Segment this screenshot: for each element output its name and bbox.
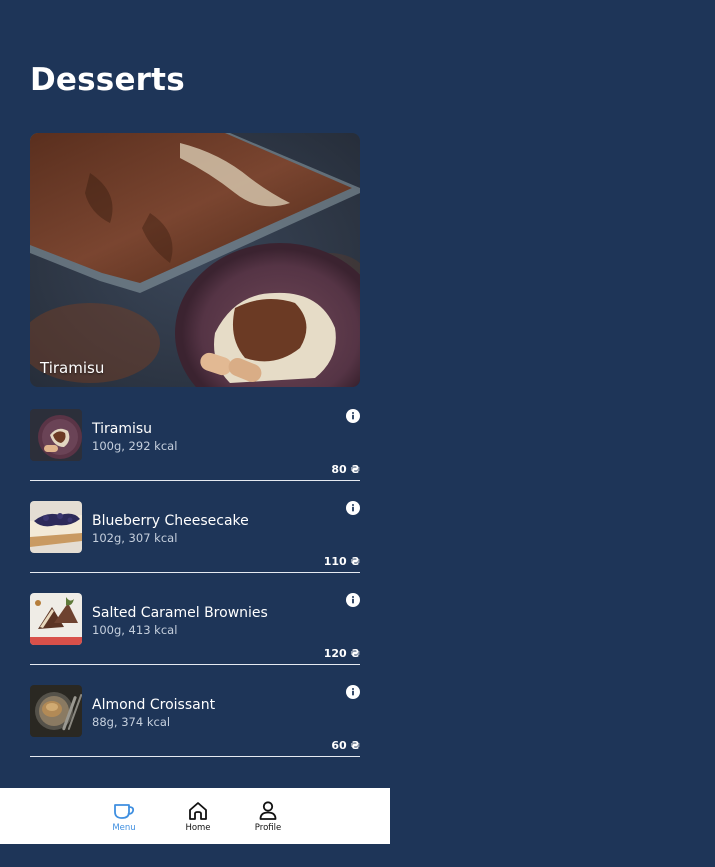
divider [30,664,360,665]
dessert-name: Blueberry Cheesecake [92,513,249,529]
info-icon[interactable] [346,685,360,699]
nav-menu-label: Menu [112,823,136,833]
dessert-thumbnail [30,685,82,737]
dessert-name: Almond Croissant [92,697,216,713]
dessert-price: 120 ₴ [323,647,360,660]
dessert-weight-calories: 100g, 413 kcal [92,623,178,637]
nav-home-label: Home [185,823,211,833]
featured-dessert-image [30,133,360,387]
nav-menu-tab[interactable]: Menu [94,788,154,844]
divider [30,572,360,573]
dessert-list: Tiramisu 100g, 292 kcal 80 ₴ Blueberry C… [30,400,360,768]
nav-home-tab[interactable]: Home [168,788,228,844]
info-icon[interactable] [346,593,360,607]
dessert-name: Salted Caramel Brownies [92,605,268,621]
dessert-thumbnail [30,409,82,461]
dessert-weight-calories: 100g, 292 kcal [92,439,178,453]
info-icon[interactable] [346,409,360,423]
nav-profile-label: Profile [254,823,282,833]
list-item[interactable]: Tiramisu 100g, 292 kcal 80 ₴ [30,400,360,492]
dessert-thumbnail [30,593,82,645]
dessert-thumbnail [30,501,82,553]
bottom-navigation-bar: Menu Home Profile [0,788,390,844]
list-item[interactable]: Blueberry Cheesecake 102g, 307 kcal 110 … [30,492,360,584]
page-title: Desserts [30,62,185,98]
list-item[interactable]: Almond Croissant 88g, 374 kcal 60 ₴ [30,676,360,768]
dessert-price: 60 ₴ [331,739,360,752]
dessert-name: Tiramisu [92,421,153,437]
nav-profile-tab[interactable]: Profile [238,788,298,844]
list-item[interactable]: Salted Caramel Brownies 100g, 413 kcal 1… [30,584,360,676]
divider [30,756,360,757]
dessert-price: 110 ₴ [323,555,360,568]
coffee-cup-icon [114,804,135,819]
dessert-weight-calories: 102g, 307 kcal [92,531,178,545]
dessert-price: 80 ₴ [331,463,360,476]
featured-dessert-card[interactable]: Tiramisu [30,133,360,387]
home-icon [189,802,207,820]
featured-dessert-caption: Tiramisu [40,359,105,377]
user-icon [259,801,277,820]
info-icon[interactable] [346,501,360,515]
dessert-weight-calories: 88g, 374 kcal [92,715,171,729]
divider [30,480,360,481]
